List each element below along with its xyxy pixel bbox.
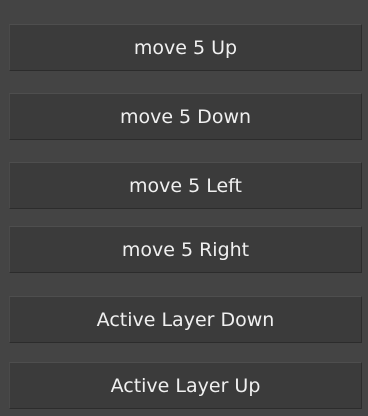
active-layer-up-button[interactable]: Active Layer Up [9, 362, 362, 409]
active-layer-up-label: Active Layer Up [110, 374, 261, 397]
move-5-up-label: move 5 Up [133, 36, 238, 59]
move-5-up-button[interactable]: move 5 Up [9, 24, 362, 71]
move-5-left-button[interactable]: move 5 Left [9, 162, 362, 209]
move-5-right-label: move 5 Right [121, 238, 250, 261]
move-5-down-button[interactable]: move 5 Down [9, 93, 362, 140]
move-5-left-label: move 5 Left [129, 174, 242, 197]
active-layer-down-button[interactable]: Active Layer Down [9, 296, 362, 343]
move-5-down-label: move 5 Down [119, 105, 252, 128]
active-layer-down-label: Active Layer Down [96, 308, 275, 331]
move-5-right-button[interactable]: move 5 Right [9, 226, 362, 273]
button-panel: move 5 Up move 5 Down move 5 Left move 5… [0, 0, 368, 416]
